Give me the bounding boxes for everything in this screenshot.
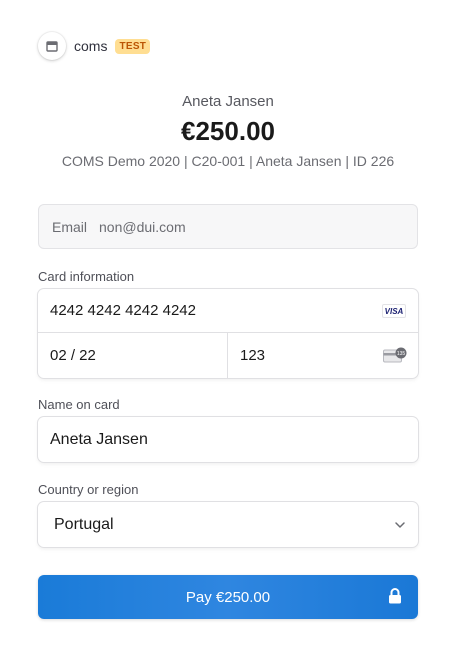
card-cvc-input[interactable]: 123 135 (228, 333, 418, 378)
chevron-down-icon (394, 518, 406, 536)
order-summary: Aneta Jansen €250.00 COMS Demo 2020 | C2… (0, 92, 456, 170)
country-select[interactable]: Portugal (38, 502, 418, 547)
svg-text:135: 135 (397, 351, 406, 357)
store-icon (38, 32, 66, 60)
pay-button[interactable]: Pay €250.00 (38, 575, 418, 619)
merchant-name: coms (74, 38, 108, 54)
email-value: non@dui.com (99, 218, 186, 235)
name-on-card-label: Name on card (38, 397, 120, 412)
email-field[interactable]: Email non@dui.com (38, 204, 418, 249)
cvc-card-icon: 135 (383, 347, 407, 367)
card-information-label: Card information (38, 269, 135, 284)
order-description: COMS Demo 2020 | C20-001 | Aneta Jansen … (61, 153, 395, 169)
customer-name: Aneta Jansen (182, 93, 274, 110)
card-expiry-value: 02 / 22 (50, 347, 96, 364)
card-number-input[interactable]: 4242 4242 4242 4242 VISA (38, 289, 418, 333)
test-mode-badge: TEST (115, 38, 151, 54)
pay-button-label: Pay €250.00 (185, 588, 271, 606)
email-label: Email (52, 218, 88, 235)
card-information-group: 4242 4242 4242 4242 VISA 02 / 22 123 135 (38, 289, 418, 378)
country-label: Country or region (38, 482, 139, 497)
lock-icon (388, 588, 402, 608)
visa-card-icon: VISA (382, 304, 406, 318)
name-on-card-input[interactable]: Aneta Jansen (38, 417, 418, 462)
card-cvc-value: 123 (240, 347, 266, 364)
country-value: Portugal (54, 515, 114, 533)
merchant-header: coms TEST (38, 32, 151, 60)
card-expiry-input[interactable]: 02 / 22 (38, 333, 228, 378)
name-on-card-value: Aneta Jansen (50, 430, 148, 448)
card-number-value: 4242 4242 4242 4242 (50, 302, 196, 319)
total-amount: €250.00 (181, 116, 275, 146)
